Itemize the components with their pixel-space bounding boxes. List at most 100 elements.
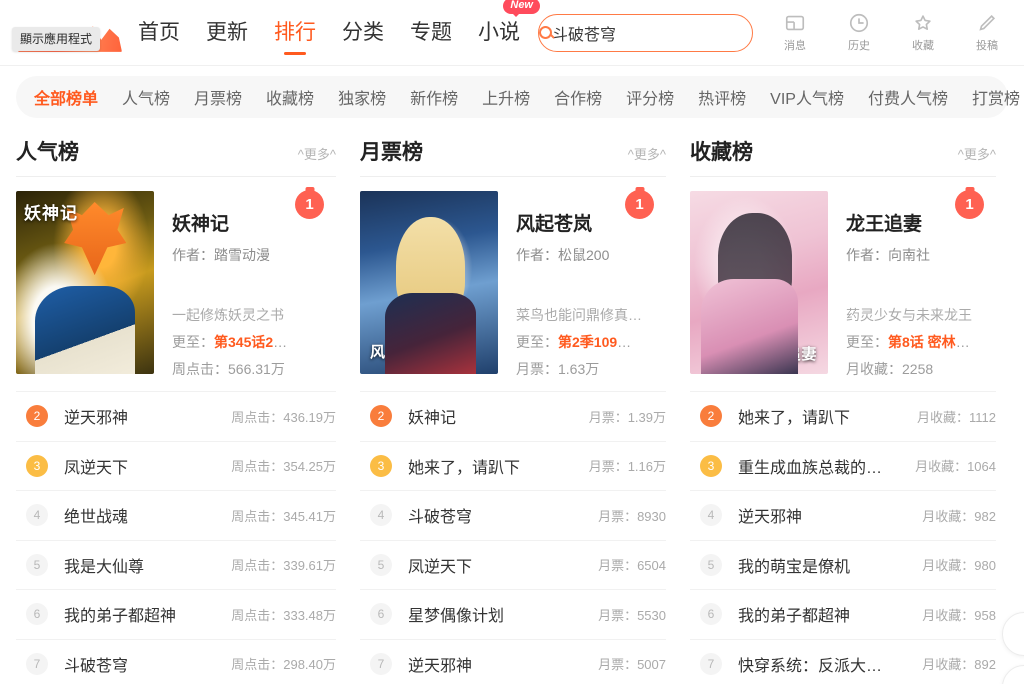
featured-info: 龙王追妻 作者：向南社 药灵少女与未来龙王 更至：第8话 密林… 月收藏：225… xyxy=(828,191,996,379)
featured-info: 妖神记 作者：踏雪动漫 一起修炼妖灵之书 更至：第345话2… 周点击：566.… xyxy=(154,191,336,379)
tab-paid-popularity[interactable]: 付费人气榜 xyxy=(868,85,948,109)
table-row[interactable]: 5 我的萌宝是僚机 月收藏：980 xyxy=(690,539,996,590)
tab-exclusive[interactable]: 独家榜 xyxy=(338,85,386,109)
tool-submit[interactable]: 投稿 xyxy=(965,12,1009,53)
tab-rating[interactable]: 评分榜 xyxy=(626,85,674,109)
message-icon xyxy=(785,15,805,31)
row-title: 她来了，请趴下 xyxy=(408,459,521,477)
cover-image[interactable]: 龙王追妻 xyxy=(690,191,828,374)
tab-all-rankings[interactable]: 全部榜单 xyxy=(34,85,98,109)
table-row[interactable]: 5 凤逆天下 月票：6504 xyxy=(360,539,666,590)
nav-item-home[interactable]: 首页 xyxy=(138,16,180,49)
search-input[interactable] xyxy=(552,23,752,42)
column-title: 月票榜 xyxy=(360,141,423,164)
nav-label: 专题 xyxy=(410,21,452,44)
row-stat: 月收藏：1064 xyxy=(915,459,996,475)
rank-badge: 5 xyxy=(700,553,722,576)
table-row[interactable]: 3 凤逆天下 周点击：354.25万 xyxy=(16,440,336,491)
table-row[interactable]: 6 我的弟子都超神 月收藏：958 xyxy=(690,589,996,639)
tool-label: 投稿 xyxy=(976,40,998,52)
row-title: 重生成血族总裁的… xyxy=(738,459,883,477)
tab-popularity[interactable]: 人气榜 xyxy=(122,85,170,109)
column-header: 人气榜 ^更多^ xyxy=(16,136,336,177)
featured-item[interactable]: 龙王追妻 龙王追妻 作者：向南社 药灵少女与未来龙王 更至：第8话 密林… 月收… xyxy=(690,177,996,391)
update-label: 更至： xyxy=(516,334,558,350)
tab-hot-comments[interactable]: 热评榜 xyxy=(698,85,746,109)
row-title: 逆天邪神 xyxy=(738,509,803,527)
cover-image[interactable]: 妖神记 xyxy=(16,191,154,374)
tab-cooperation[interactable]: 合作榜 xyxy=(554,85,602,109)
row-stat: 周点击：354.25万 xyxy=(231,459,336,475)
site-logo[interactable]: 顯示應用程式 xyxy=(10,10,122,56)
table-row[interactable]: 3 重生成血族总裁的… 月收藏：1064 xyxy=(690,440,996,491)
nav-label: 小说 xyxy=(478,21,520,44)
tab-monthly-ticket[interactable]: 月票榜 xyxy=(194,85,242,109)
table-row[interactable]: 5 我是大仙尊 周点击：339.61万 xyxy=(16,539,336,590)
tab-favorites[interactable]: 收藏榜 xyxy=(266,85,314,109)
row-title: 快穿系统：反派大… xyxy=(738,657,883,675)
featured-update: 更至：第8话 密林… xyxy=(846,332,996,352)
table-row[interactable]: 7 斗破苍穹 周点击：298.40万 xyxy=(16,638,336,684)
row-title: 斗破苍穹 xyxy=(408,509,473,527)
row-title: 我的萌宝是僚机 xyxy=(738,558,851,576)
rank-badge: 2 xyxy=(26,405,48,428)
featured-author: 作者：松鼠200 xyxy=(516,247,610,263)
tab-new-works[interactable]: 新作榜 xyxy=(410,85,458,109)
rank-badge: 5 xyxy=(370,553,392,576)
row-title: 逆天邪神 xyxy=(408,657,473,675)
more-link[interactable]: ^更多^ xyxy=(298,144,336,163)
more-link[interactable]: ^更多^ xyxy=(628,144,666,163)
tab-vip-popularity[interactable]: VIP人气榜 xyxy=(770,85,844,109)
ranking-tabs-container: 全部榜单 人气榜 月票榜 收藏榜 独家榜 新作榜 上升榜 合作榜 评分榜 热评榜… xyxy=(0,66,1024,118)
tab-rising[interactable]: 上升榜 xyxy=(482,85,530,109)
table-row[interactable]: 2 逆天邪神 周点击：436.19万 xyxy=(16,391,336,441)
row-title: 逆天邪神 xyxy=(64,410,129,428)
nav-item-category[interactable]: 分类 xyxy=(342,16,384,49)
ranking-tabs: 全部榜单 人气榜 月票榜 收藏榜 独家榜 新作榜 上升榜 合作榜 评分榜 热评榜… xyxy=(16,76,1020,118)
show-applications-tooltip: 顯示應用程式 xyxy=(12,26,101,51)
table-row[interactable]: 7 快穿系统：反派大… 月收藏：892 xyxy=(690,638,996,684)
table-row[interactable]: 4 逆天邪神 月收藏：982 xyxy=(690,490,996,540)
featured-description: 菜鸟也能问鼎修真… xyxy=(516,307,642,323)
table-row[interactable]: 2 妖神记 月票：1.39万 xyxy=(360,391,666,441)
featured-author: 作者：向南社 xyxy=(846,247,930,263)
table-row[interactable]: 4 绝世战魂 周点击：345.41万 xyxy=(16,490,336,540)
table-row[interactable]: 4 斗破苍穹 月票：8930 xyxy=(360,490,666,540)
featured-stat: 周点击：566.31万 xyxy=(172,361,285,377)
table-row[interactable]: 7 逆天邪神 月票：5007 xyxy=(360,638,666,684)
tab-rewards[interactable]: 打赏榜 xyxy=(972,85,1020,109)
row-title: 星梦偶像计划 xyxy=(408,608,505,626)
featured-item[interactable]: 风起苍岚 风起苍岚 作者：松鼠200 菜鸟也能问鼎修真… 更至：第2季109… … xyxy=(360,177,666,391)
table-row[interactable]: 6 星梦偶像计划 月票：5530 xyxy=(360,589,666,639)
table-row[interactable]: 2 她来了，请趴下 月收藏：1112 xyxy=(690,391,996,441)
tool-history[interactable]: 历史 xyxy=(837,12,881,53)
nav-item-ranking[interactable]: 排行 xyxy=(274,16,316,49)
cover-title-text: 风起苍岚 xyxy=(370,344,435,361)
tool-favorites[interactable]: 收藏 xyxy=(901,12,945,53)
nav-item-topics[interactable]: 专题 xyxy=(410,16,452,49)
rank-badge: 3 xyxy=(26,454,48,477)
ranking-column-monthly-ticket: 月票榜 ^更多^ 风起苍岚 风起苍岚 作者：松鼠200 菜鸟也能问鼎修真… 更至… xyxy=(346,136,676,684)
nav-item-novels[interactable]: 小说 New xyxy=(478,0,540,49)
table-row[interactable]: 3 她来了，请趴下 月票：1.16万 xyxy=(360,440,666,491)
tool-messages[interactable]: 消息 xyxy=(773,12,817,53)
rank-badge: 3 xyxy=(370,454,392,477)
featured-update: 更至：第345话2… xyxy=(172,332,336,352)
ranking-column-popularity: 人气榜 ^更多^ 妖神记 妖神记 作者：踏雪动漫 一起修炼妖灵之书 更至：第34… xyxy=(16,136,346,684)
row-title: 妖神记 xyxy=(408,410,457,428)
ranking-column-favorites: 收藏榜 ^更多^ 龙王追妻 龙王追妻 作者：向南社 药灵少女与未来龙王 更至：第… xyxy=(676,136,1006,684)
row-title: 凤逆天下 xyxy=(64,459,129,477)
cover-image[interactable]: 风起苍岚 xyxy=(360,191,498,374)
more-link[interactable]: ^更多^ xyxy=(958,144,996,163)
featured-description: 药灵少女与未来龙王 xyxy=(846,307,972,323)
row-stat: 周点击：298.40万 xyxy=(231,657,336,673)
nav-label: 分类 xyxy=(342,21,384,44)
nav-item-updates[interactable]: 更新 xyxy=(206,16,248,49)
row-stat: 月票：5007 xyxy=(598,657,666,673)
nav-label: 更新 xyxy=(206,21,248,44)
table-row[interactable]: 6 我的弟子都超神 周点击：333.48万 xyxy=(16,589,336,639)
featured-item[interactable]: 妖神记 妖神记 作者：踏雪动漫 一起修炼妖灵之书 更至：第345话2… 周点击：… xyxy=(16,177,336,391)
row-stat: 月收藏：1112 xyxy=(917,409,996,425)
rank-badge: 5 xyxy=(26,553,48,576)
rank-badge: 3 xyxy=(700,454,722,477)
